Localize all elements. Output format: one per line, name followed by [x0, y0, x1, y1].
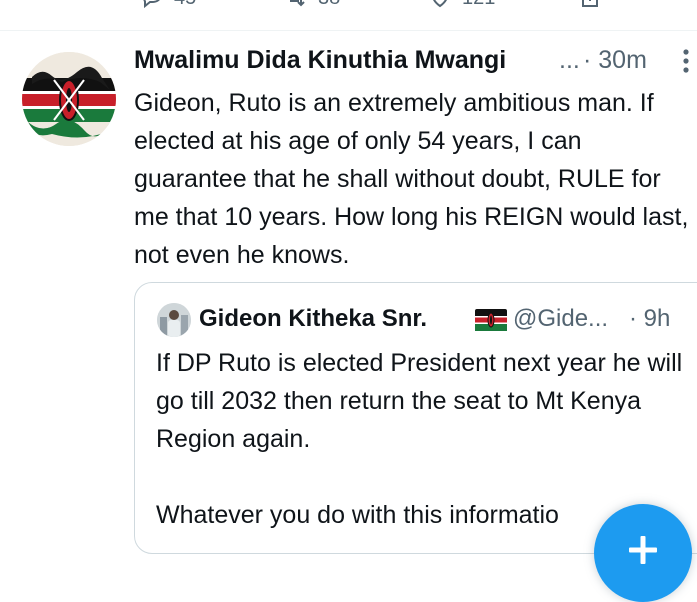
- plus-icon: [629, 536, 657, 564]
- quoted-author-avatar: [157, 303, 191, 337]
- more-vertical-icon[interactable]: [676, 47, 696, 75]
- avatar-photo-image: [157, 303, 191, 337]
- reply-count: 45: [174, 0, 196, 10]
- quoted-tweet-line: If DP Ruto is elected President next yea…: [156, 349, 683, 453]
- share-button[interactable]: [578, 0, 602, 10]
- retweet-button[interactable]: 38: [284, 0, 340, 10]
- quoted-tweet-timestamp: · 9h: [629, 305, 671, 332]
- kenya-flag-icon: [475, 309, 507, 331]
- author-avatar[interactable]: [22, 52, 116, 146]
- reply-icon: [143, 0, 160, 9]
- retweet-icon: [290, 0, 305, 7]
- share-icon: [582, 0, 598, 7]
- author-name-ellipsis: ...: [559, 46, 580, 74]
- reply-button[interactable]: 45: [140, 0, 196, 10]
- quoted-tweet-text: If DP Ruto is elected President next yea…: [156, 344, 696, 534]
- like-count: 121: [462, 0, 495, 10]
- tweet-text: Gideon, Ruto is an extremely ambitious m…: [134, 89, 689, 269]
- quoted-author-name: Gideon Kitheka Snr.: [199, 305, 428, 332]
- previous-tweet-actions: 45 38 121: [0, 0, 697, 30]
- quoted-author-handle: @Gide...: [513, 305, 609, 332]
- like-button[interactable]: 121: [428, 0, 495, 10]
- divider: [0, 30, 697, 31]
- tweet-timestamp[interactable]: · 30m: [583, 46, 647, 75]
- kenya-flag-avatar-image: [22, 52, 116, 146]
- heart-icon: [433, 0, 447, 8]
- retweet-count: 38: [318, 0, 340, 10]
- compose-tweet-button[interactable]: [594, 504, 692, 602]
- author-name[interactable]: Mwalimu Dida Kinuthia Mwangi: [134, 46, 506, 75]
